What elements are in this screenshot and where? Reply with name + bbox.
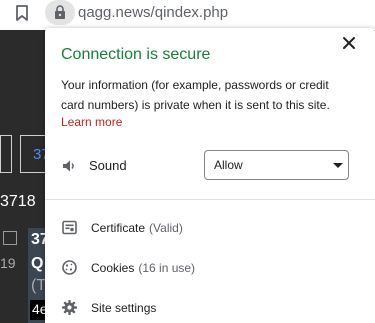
sound-select[interactable]: Allow xyxy=(204,150,349,180)
popup-description: Your information (for example, passwords… xyxy=(61,78,330,112)
page-badge: 4e xyxy=(30,300,48,320)
cookies-item[interactable]: Cookies (16 in use) xyxy=(45,249,375,287)
site-info-popup: Connection is secure Your information (f… xyxy=(45,28,375,323)
cookies-label: Cookies (16 in use) xyxy=(91,261,195,275)
cookies-text: Cookies xyxy=(91,261,135,275)
copy-icon xyxy=(3,231,17,245)
page-item-letter: Q xyxy=(31,255,44,272)
divider xyxy=(45,199,375,200)
certificate-text: Certificate xyxy=(91,221,146,235)
certificate-label: Certificate (Valid) xyxy=(91,221,183,235)
page-count-text: 3718 xyxy=(0,193,36,210)
sound-permission-row: Sound Allow xyxy=(45,146,375,186)
url-text[interactable]: qagg.news/qindex.php xyxy=(78,4,228,21)
popup-title: Connection is secure xyxy=(61,46,211,63)
cookie-icon xyxy=(61,259,78,276)
sound-label: Sound xyxy=(89,158,127,173)
speaker-icon xyxy=(61,158,77,174)
certificate-item[interactable]: Certificate (Valid) xyxy=(45,209,375,247)
close-icon[interactable] xyxy=(341,35,357,51)
address-bar: qagg.news/qindex.php xyxy=(0,0,375,26)
certificate-icon xyxy=(61,219,78,236)
certificate-status: (Valid) xyxy=(149,221,183,235)
learn-more-link[interactable]: Learn more xyxy=(61,115,122,129)
gear-icon xyxy=(61,299,78,316)
page-box xyxy=(0,135,12,173)
cookies-status: (16 in use) xyxy=(138,261,196,275)
page-side-number: 19 xyxy=(0,255,16,271)
sound-select-value: Allow xyxy=(214,158,243,172)
site-settings-label: Site settings xyxy=(91,301,157,315)
page-item-paren: (T xyxy=(31,277,47,294)
bookmark-icon[interactable] xyxy=(13,4,31,22)
site-info-button[interactable] xyxy=(45,0,75,25)
site-settings-item[interactable]: Site settings xyxy=(45,289,375,323)
chevron-down-icon xyxy=(333,163,343,168)
lock-icon xyxy=(52,4,68,20)
